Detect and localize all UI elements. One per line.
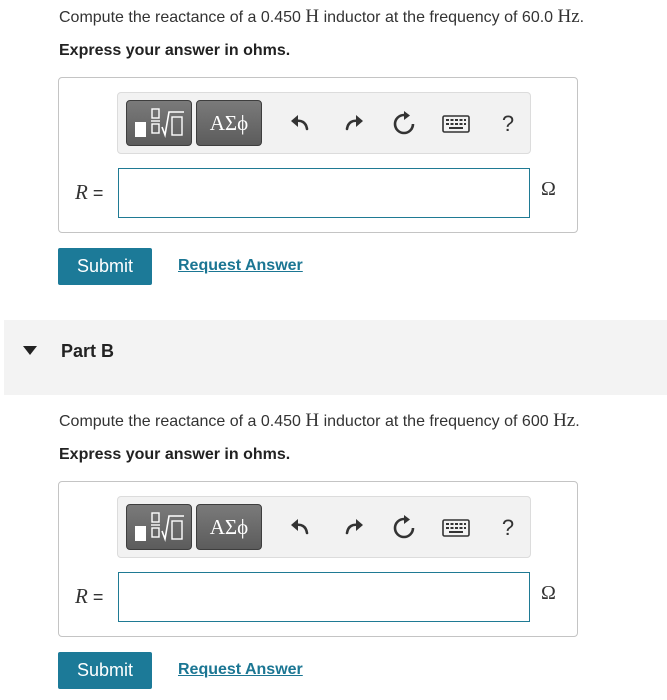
reset-icon[interactable] (390, 514, 418, 542)
part-a-math-toolbar: ΑΣϕ ? (117, 92, 531, 154)
redo-icon[interactable] (340, 514, 368, 542)
caret-down-icon (23, 346, 37, 355)
greek-symbols-button[interactable]: ΑΣϕ (196, 504, 262, 550)
part-b-math-toolbar: ΑΣϕ ? (117, 496, 531, 558)
part-b-title: Part B (61, 341, 115, 361)
answer-variable-label: R = (75, 584, 104, 608)
part-a-submit-button[interactable]: Submit (58, 248, 152, 285)
templates-button[interactable] (126, 504, 192, 550)
help-icon[interactable]: ? (494, 514, 522, 542)
part-b-submit-button[interactable]: Submit (58, 652, 152, 689)
answer-variable-label: R = (75, 180, 104, 204)
part-a-instruction: Express your answer in ohms. (59, 42, 291, 59)
templates-icon (135, 512, 184, 543)
greek-symbols-button[interactable]: ΑΣϕ (196, 100, 262, 146)
templates-icon (135, 108, 184, 139)
undo-icon[interactable] (286, 110, 314, 138)
part-a-answer-box: ΑΣϕ ? R = Ω (58, 77, 578, 233)
ohm-unit-label: Ω (541, 582, 556, 604)
part-b-answer-input[interactable] (118, 572, 530, 622)
reset-icon[interactable] (390, 110, 418, 138)
part-a-request-answer-link[interactable]: Request Answer (178, 257, 303, 275)
part-b-question: Compute the reactance of a 0.450 H induc… (59, 410, 580, 431)
ohm-unit-label: Ω (541, 178, 556, 200)
keyboard-icon[interactable] (441, 110, 471, 138)
part-b-header[interactable]: Part B (4, 320, 667, 395)
part-b-instruction: Express your answer in ohms. (59, 446, 291, 463)
undo-icon[interactable] (286, 514, 314, 542)
part-a-answer-input[interactable] (118, 168, 530, 218)
keyboard-icon[interactable] (441, 514, 471, 542)
part-b-answer-box: ΑΣϕ ? R = Ω (58, 481, 578, 637)
part-a-question: Compute the reactance of a 0.450 H induc… (59, 6, 585, 27)
redo-icon[interactable] (340, 110, 368, 138)
part-b-request-answer-link[interactable]: Request Answer (178, 661, 303, 679)
help-icon[interactable]: ? (494, 110, 522, 138)
templates-button[interactable] (126, 100, 192, 146)
